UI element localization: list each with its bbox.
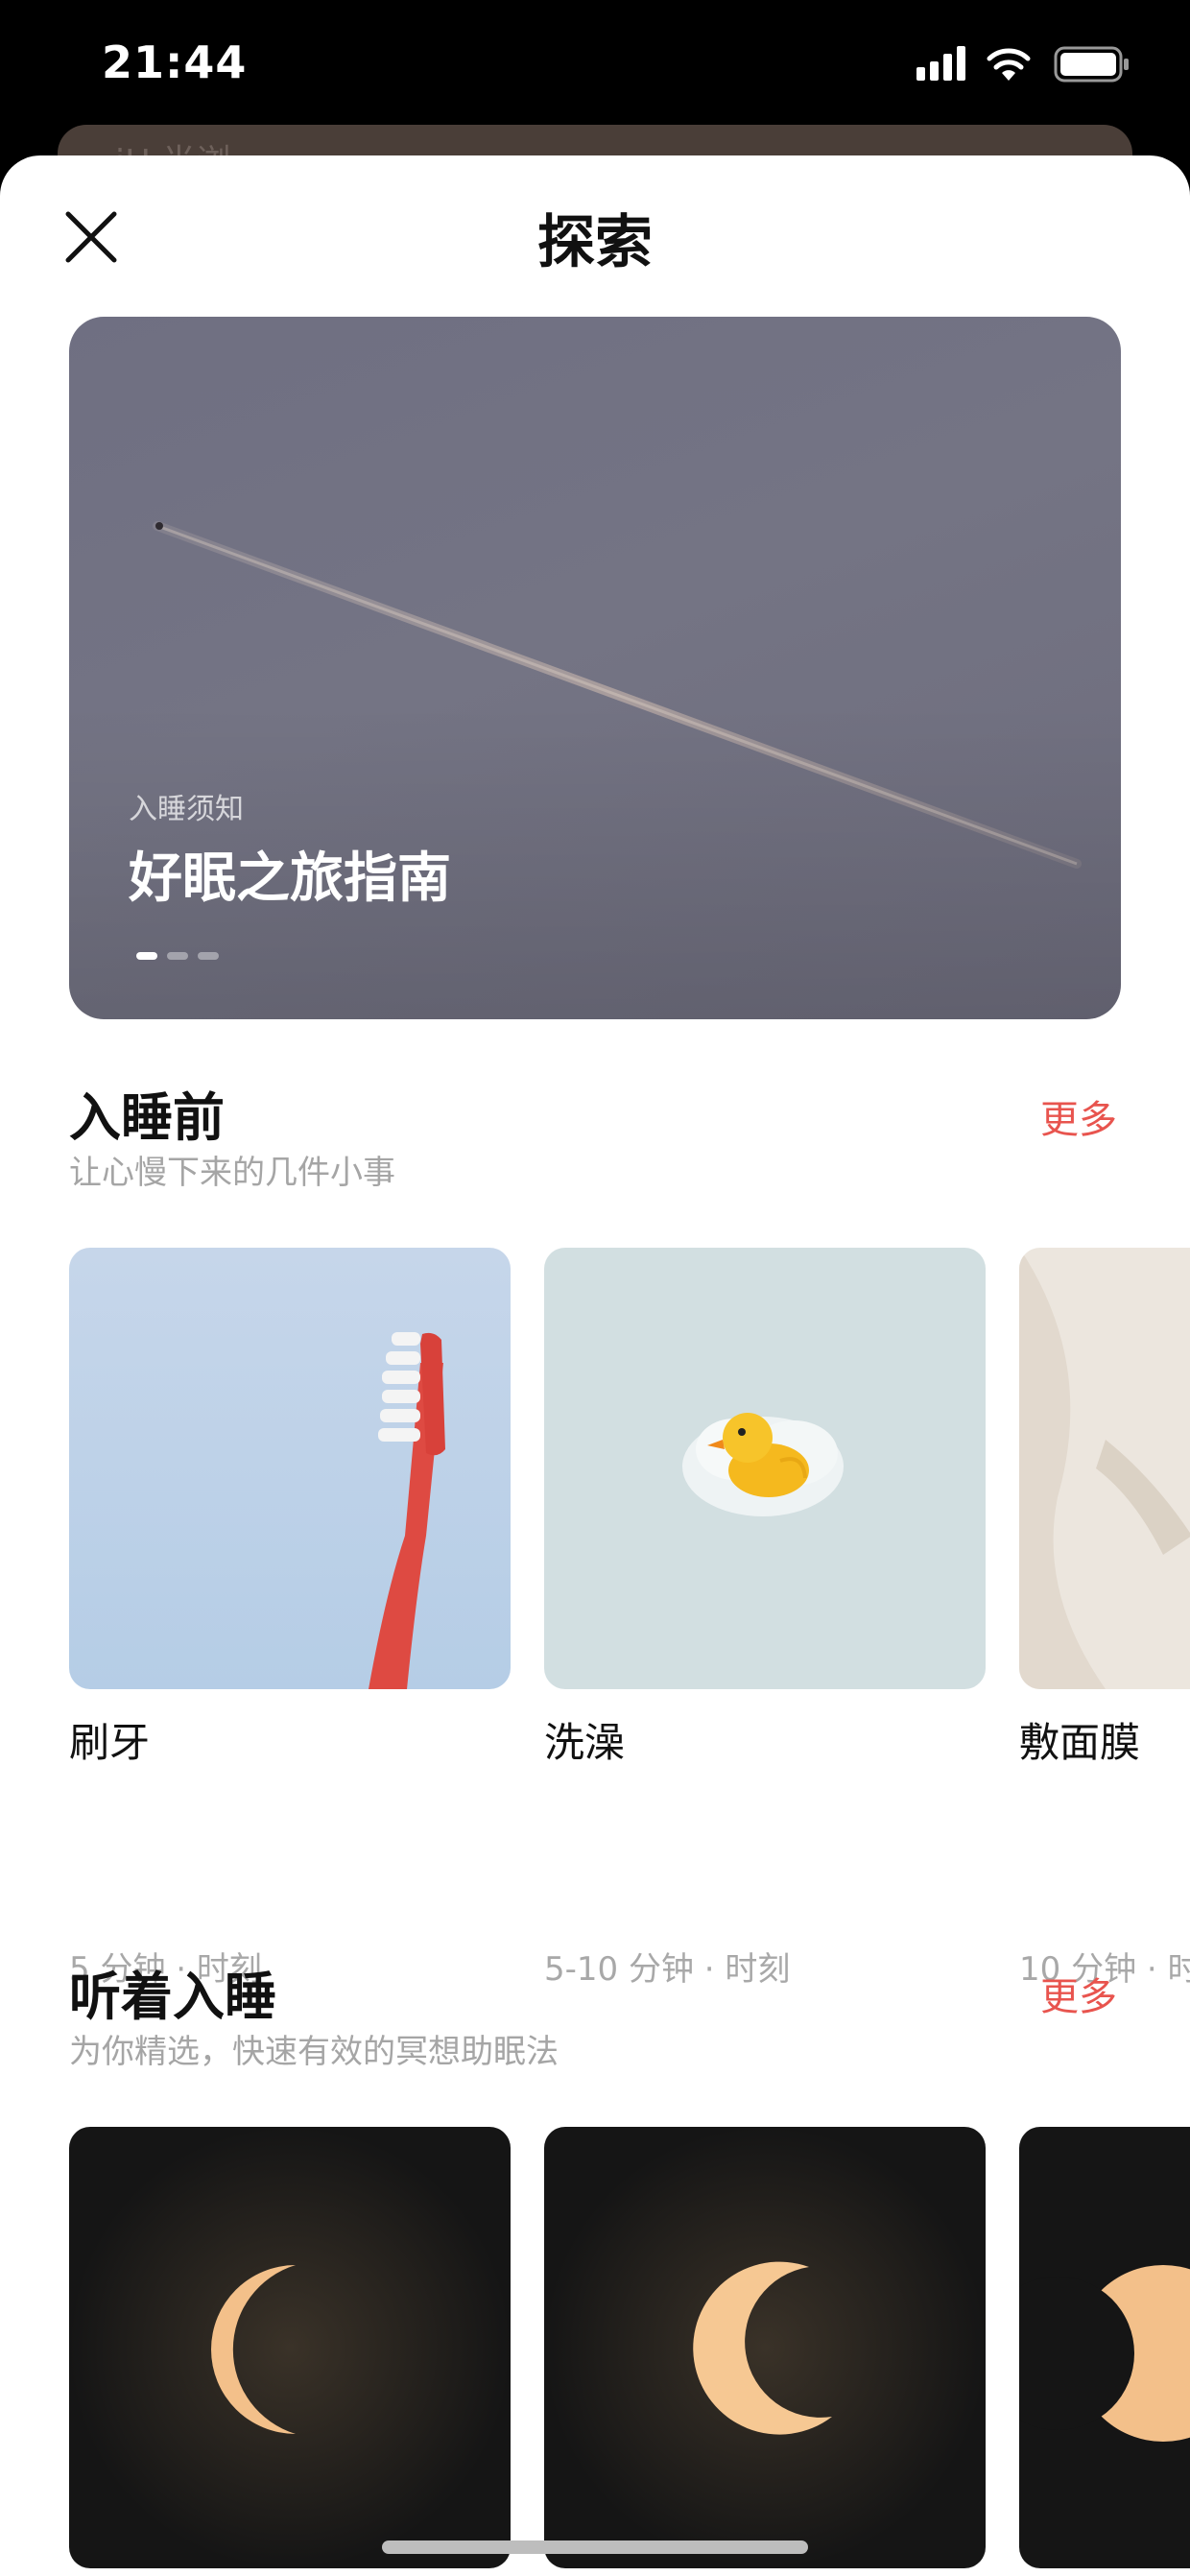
card-title-face-mask: 敷面膜: [1019, 1719, 1141, 1766]
section-subtitle-listen: 为你精选，快速有效的冥想助眠法: [69, 2033, 559, 2071]
pagination-dot: [167, 952, 188, 960]
home-indicator: [382, 2540, 808, 2554]
status-time: 21:44: [102, 36, 248, 88]
status-bar: 21:44: [0, 0, 1190, 144]
cream-fabric-image: [1019, 1248, 1190, 1689]
card-title-brush-teeth: 刷牙: [69, 1719, 151, 1766]
card-bath[interactable]: [544, 1248, 986, 1689]
wifi-icon: [987, 48, 1031, 81]
card-brush-teeth[interactable]: [69, 1248, 511, 1689]
card-meditation-3[interactable]: [1019, 2127, 1190, 2568]
card-meta-bath: 5-10 分钟 · 时刻: [544, 1950, 791, 1989]
card-title-bath: 洗澡: [544, 1719, 626, 1766]
section-subtitle-before-sleep: 让心慢下来的几件小事: [69, 1154, 395, 1192]
battery-icon: [1054, 46, 1129, 83]
explore-sheet: 探索 入睡须知 好眠之旅指南 入睡前 让心慢下来的几件小事 更多 刷牙 5 分钟…: [0, 155, 1190, 2576]
hero-pagination: [136, 952, 219, 960]
gibbous-moon-image: [544, 2127, 986, 2568]
section-title-before-sleep: 入睡前: [69, 1087, 225, 1148]
hero-image: [69, 317, 1121, 1019]
crescent-moon-image: [69, 2127, 511, 2568]
section-title-listen: 听着入睡: [69, 1967, 276, 2027]
more-link-listen[interactable]: 更多: [1040, 1966, 1117, 2021]
moon-partial-image: [1019, 2127, 1190, 2568]
card-face-mask[interactable]: [1019, 1248, 1190, 1689]
hero-title: 好眠之旅指南: [129, 847, 451, 910]
signal-icon: [916, 46, 965, 81]
pagination-dot: [198, 952, 219, 960]
pagination-dot-active: [136, 952, 157, 960]
hero-banner[interactable]: 入睡须知 好眠之旅指南: [69, 317, 1121, 1019]
hero-kicker: 入睡须知: [129, 793, 244, 826]
page-title: 探索: [537, 209, 653, 276]
more-link-before-sleep[interactable]: 更多: [1040, 1088, 1117, 1144]
card-meditation-1[interactable]: [69, 2127, 511, 2568]
card-meditation-2[interactable]: [544, 2127, 986, 2568]
rubber-duck-image: [544, 1248, 986, 1689]
toothbrush-image: [69, 1248, 511, 1689]
